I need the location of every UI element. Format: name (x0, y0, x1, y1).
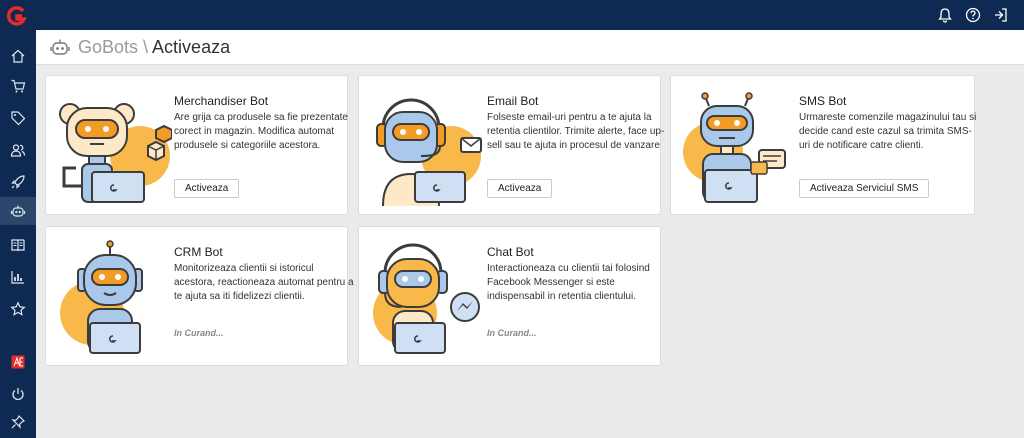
brand-icon (11, 355, 25, 369)
sidebar-item-content[interactable] (0, 231, 36, 259)
cart-icon (11, 79, 26, 93)
users-icon (10, 144, 26, 157)
activate-email-button[interactable]: Activeaza (487, 179, 553, 198)
coming-soon-label: In Curand... (487, 328, 537, 338)
card-description: Urmareste comenzile magazinului tau si d… (799, 112, 977, 151)
sidebar (0, 30, 36, 438)
activate-sms-service-button[interactable]: Activeaza Serviciul SMS (799, 179, 930, 198)
sidebar-item-orders[interactable] (0, 72, 36, 100)
sidebar-item-products[interactable] (0, 104, 36, 132)
sms-bot-illustration (683, 92, 786, 203)
sidebar-item-gobots[interactable] (0, 197, 36, 225)
breadcrumb: GoBots \ Activeaza (78, 37, 230, 58)
top-bar (0, 0, 1024, 30)
card-description: Monitorizeaza clientii si istoricul aces… (174, 263, 354, 302)
activate-merchandiser-button[interactable]: Activeaza (174, 179, 240, 198)
book-icon (11, 239, 25, 252)
card-description: Are grija ca produsele sa fie prezentate… (174, 112, 348, 151)
page-header: GoBots \ Activeaza (36, 30, 1024, 65)
bot-card-merchandiser: Merchandiser Bot Are grija ca produsele … (45, 75, 348, 215)
page-title: Activeaza (152, 37, 231, 57)
sidebar-item-home[interactable] (0, 42, 36, 70)
merchandiser-bot-illustration (59, 103, 172, 203)
card-title: Chat Bot (487, 245, 534, 259)
chat-bot-illustration (373, 243, 480, 354)
pin-icon (11, 414, 26, 429)
robot-icon (10, 205, 26, 217)
card-description: Interactioneaza cu clientii tai folosind… (487, 263, 650, 302)
email-bot-illustration (376, 98, 482, 206)
bot-card-crm: CRM Bot Monitorizeaza clientii si istori… (45, 226, 354, 366)
power-icon (12, 388, 24, 401)
card-description: Folseste email-uri pentru a te ajuta la … (487, 112, 665, 151)
bot-card-sms: SMS Bot Urmareste comenzile magazinului … (670, 75, 976, 215)
sidebar-item-customers[interactable] (0, 136, 36, 164)
card-title: Merchandiser Bot (174, 94, 269, 108)
gobots-robot-icon (50, 39, 70, 55)
sidebar-item-tools[interactable] (0, 408, 36, 436)
tag-icon (11, 111, 26, 126)
help-icon[interactable] (964, 6, 982, 24)
home-icon (11, 49, 25, 63)
sidebar-item-marketing[interactable] (0, 168, 36, 196)
card-title: SMS Bot (799, 94, 847, 108)
card-title: CRM Bot (174, 245, 223, 259)
bot-card-email: Email Bot Folseste email-uri pentru a te… (358, 75, 664, 215)
coming-soon-label: In Curand... (174, 328, 224, 338)
breadcrumb-separator: \ (138, 37, 153, 57)
rocket-icon (11, 175, 25, 189)
card-title: Email Bot (487, 94, 539, 108)
sidebar-item-power[interactable] (0, 380, 36, 408)
logout-icon[interactable] (992, 6, 1010, 24)
star-icon (10, 301, 26, 316)
breadcrumb-root[interactable]: GoBots (78, 37, 138, 57)
gomag-logo[interactable] (6, 5, 28, 27)
bell-icon[interactable] (936, 6, 954, 24)
chart-icon (11, 271, 24, 284)
sidebar-item-brand[interactable] (0, 348, 36, 376)
sidebar-item-reports[interactable] (0, 263, 36, 291)
bot-card-chat: Chat Bot Interactioneaza cu clientii tai… (358, 226, 661, 366)
crm-bot-illustration (60, 240, 143, 354)
sidebar-item-favorites[interactable] (0, 295, 36, 323)
